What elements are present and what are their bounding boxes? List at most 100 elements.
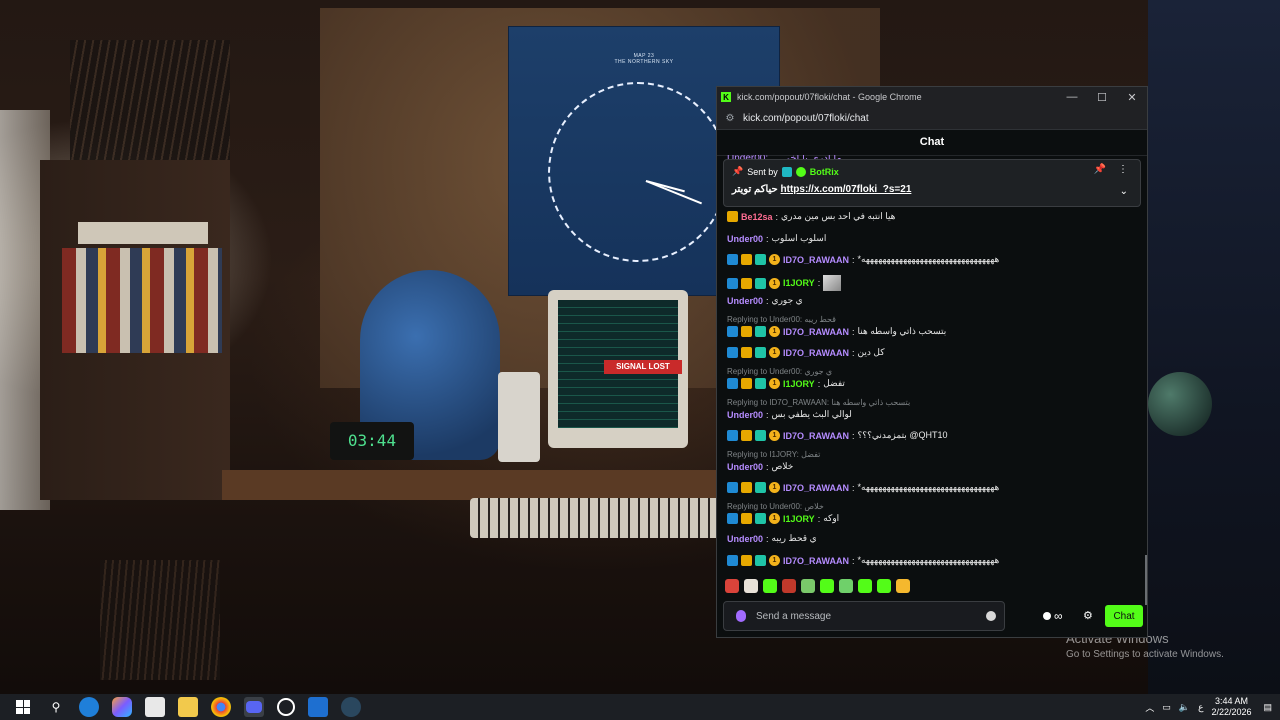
chat-input[interactable] xyxy=(754,609,986,623)
reply-context[interactable]: Replying to ID7O_RAWAAN: بتسحب ذاتي واسط… xyxy=(727,398,910,407)
reply-context[interactable]: Replying to I1JORY: تفضل xyxy=(727,450,820,459)
emoji-picker-icon[interactable] xyxy=(986,611,996,621)
crown-badge-icon xyxy=(741,326,752,337)
start-button[interactable] xyxy=(13,697,33,717)
title-bar[interactable]: K kick.com/popout/07floki/chat - Google … xyxy=(717,87,1147,107)
maximize-button[interactable]: ☐ xyxy=(1087,91,1117,104)
url-text[interactable]: kick.com/popout/07floki/chat xyxy=(743,113,869,124)
chat-message[interactable]: Under00: ي قحط ريبه xyxy=(727,533,817,544)
quick-emote-icon[interactable] xyxy=(725,579,739,593)
username-separator: : xyxy=(852,430,855,441)
unpin-icon[interactable]: 📌 xyxy=(1094,164,1106,175)
store-icon[interactable] xyxy=(145,697,165,717)
chat-message[interactable]: 1 I1JORY: تفضل xyxy=(727,378,845,389)
site-info-icon[interactable]: ⚙ xyxy=(723,113,737,124)
pinned-link[interactable]: https://x.com/07floki_?s=21 xyxy=(781,184,912,195)
close-button[interactable]: ✕ xyxy=(1117,91,1147,104)
chat-message[interactable]: Be12sa: هيا انتبه في احد بس مين مدري xyxy=(727,211,895,222)
clock-app-icon[interactable] xyxy=(277,698,295,716)
discord-icon[interactable] xyxy=(244,697,264,717)
signal-lost-label: SIGNAL LOST xyxy=(604,360,682,374)
message-username[interactable]: I1JORY xyxy=(783,379,815,389)
message-username[interactable]: ID7O_RAWAAN xyxy=(783,483,849,493)
message-username[interactable]: I1JORY xyxy=(783,278,815,288)
message-username[interactable]: Under00 xyxy=(727,296,763,306)
chat-message[interactable]: 1 ID7O_RAWAAN: *هههههههههههههههههههههههههه… xyxy=(727,482,999,493)
coin-badge-icon: 1 xyxy=(769,254,780,265)
copilot-icon[interactable] xyxy=(112,697,132,717)
chat-message[interactable]: 1 ID7O_RAWAAN: بتمزمدني؟؟؟ @QHT10 xyxy=(727,430,947,441)
message-input-box[interactable] xyxy=(723,601,1005,631)
coin-badge-icon: 1 xyxy=(769,378,780,389)
quick-emote-icon[interactable] xyxy=(763,579,777,593)
mod-badge-icon xyxy=(727,555,738,566)
mod-badge-icon xyxy=(727,277,738,289)
notification-icon[interactable]: ▤ xyxy=(1263,702,1272,713)
message-username[interactable]: Be12sa xyxy=(741,212,773,222)
chat-scrollbar[interactable] xyxy=(1145,555,1147,605)
system-tray: ︿ ▭ 🔈 ع 3:44 AM 2/22/2026 ▤ xyxy=(1145,694,1280,720)
search-icon[interactable]: ⚲ xyxy=(46,697,66,717)
desk xyxy=(222,470,782,500)
message-username[interactable]: I1JORY xyxy=(783,514,815,524)
quick-emote-icon[interactable] xyxy=(744,579,758,593)
reply-context[interactable]: Replying to Under00: خلاص xyxy=(727,502,824,511)
crown-badge-icon xyxy=(741,254,752,265)
minimize-button[interactable]: — xyxy=(1057,91,1087,103)
network-icon[interactable]: ▭ xyxy=(1162,702,1171,713)
gear-icon[interactable]: ⚙ xyxy=(1083,609,1093,622)
sub-badge-icon xyxy=(755,277,766,289)
mod-badge-icon xyxy=(727,347,738,358)
chat-message[interactable]: Under00: ي جوري xyxy=(727,295,803,306)
chat-message[interactable]: Under00: خلاص xyxy=(727,461,793,472)
microphone-icon[interactable] xyxy=(736,610,746,622)
pinned-sender[interactable]: BotRix xyxy=(810,167,839,177)
quick-emote-icon[interactable] xyxy=(877,579,891,593)
chat-message[interactable]: 1 ID7O_RAWAAN: *هههههههههههههههههههههههههه… xyxy=(727,254,999,265)
message-text: *ههههههههههههههههههههههههههههههههه xyxy=(857,555,1000,565)
address-bar[interactable]: ⚙ kick.com/popout/07floki/chat xyxy=(717,107,1147,130)
message-username[interactable]: Under00 xyxy=(727,462,763,472)
quick-emote-icon[interactable] xyxy=(839,579,853,593)
chat-message[interactable]: 1 I1JORY: xyxy=(727,275,842,291)
steam-icon[interactable] xyxy=(341,697,361,717)
chrome-icon[interactable] xyxy=(211,697,231,717)
message-username[interactable]: ID7O_RAWAAN xyxy=(783,327,849,337)
quick-emote-icon[interactable] xyxy=(820,579,834,593)
chevron-down-icon[interactable]: ⌄ xyxy=(1120,186,1128,197)
quick-emote-icon[interactable] xyxy=(858,579,872,593)
quick-emote-icon[interactable] xyxy=(801,579,815,593)
chat-message[interactable]: Under00: لوالي البث يطفي بس xyxy=(727,409,852,420)
chat-message[interactable]: 1 ID7O_RAWAAN: كل دين xyxy=(727,347,885,358)
chat-messages[interactable]: Under00: ... ما ادري يا اخي 📌 Sent by Bo… xyxy=(717,155,1147,605)
file-explorer-icon[interactable] xyxy=(178,697,198,717)
language-indicator[interactable]: ع xyxy=(1198,702,1203,713)
message-username[interactable]: ID7O_RAWAAN xyxy=(783,255,849,265)
message-username[interactable]: Under00 xyxy=(727,534,763,544)
chat-message[interactable]: 1 ID7O_RAWAAN: بتسحب ذاتي واسطه هنا xyxy=(727,326,946,337)
message-username[interactable]: ID7O_RAWAAN xyxy=(783,348,849,358)
quick-emote-icon[interactable] xyxy=(782,579,796,593)
edge-icon[interactable] xyxy=(79,697,99,717)
username-separator: : xyxy=(852,482,855,493)
send-chat-button[interactable]: Chat xyxy=(1105,605,1143,627)
quick-emote-icon[interactable] xyxy=(896,579,910,593)
blue-app-icon[interactable] xyxy=(308,697,328,717)
message-username[interactable]: ID7O_RAWAAN xyxy=(783,431,849,441)
volume-icon[interactable]: 🔈 xyxy=(1179,702,1190,713)
digital-clock: 03:44 xyxy=(330,422,414,460)
pinned-message[interactable]: 📌 Sent by BotRix حياكم تويتر https://x.c… xyxy=(723,159,1141,207)
message-username[interactable]: Under00 xyxy=(727,234,763,244)
chat-message[interactable]: 1 I1JORY: اوكه xyxy=(727,513,839,524)
chat-message[interactable]: Under00: اسلوب اسلوب xyxy=(727,233,826,244)
message-username[interactable]: ID7O_RAWAAN xyxy=(783,556,849,566)
reply-context[interactable]: Replying to Under00: ي جوري xyxy=(727,367,832,376)
message-username[interactable]: Under00 xyxy=(727,410,763,420)
message-text: تفضل xyxy=(823,378,845,388)
chat-message[interactable]: 1 ID7O_RAWAAN: *هههههههههههههههههههههههههه… xyxy=(727,555,999,566)
channel-points[interactable]: ∞ xyxy=(1043,609,1063,623)
taskbar-clock[interactable]: 3:44 AM 2/22/2026 xyxy=(1211,696,1251,718)
more-options-icon[interactable]: ⋮ xyxy=(1118,164,1128,175)
chevron-up-icon[interactable]: ︿ xyxy=(1145,701,1154,714)
reply-context[interactable]: Replying to Under00: قحط ريبه xyxy=(727,315,836,324)
